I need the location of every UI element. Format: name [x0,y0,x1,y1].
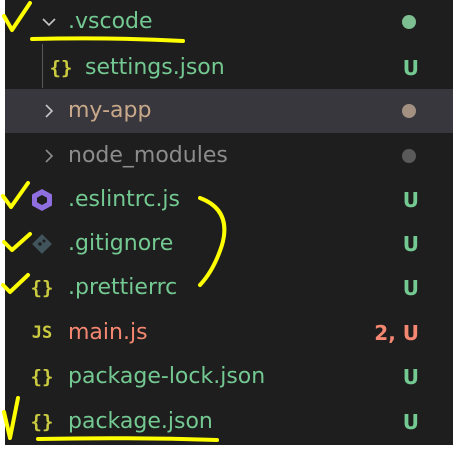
chevron-right-icon [40,134,58,178]
file-row-prettierrc[interactable]: {} .prettierrc U [5,266,453,310]
git-icon [27,222,57,266]
json-braces-icon: {} [30,277,54,299]
chevron-right-icon [40,89,58,133]
folder-row-vscode[interactable]: .vscode [5,0,453,44]
file-name: .gitignore [68,231,174,256]
file-name: .eslintrc.js [68,187,181,212]
file-row-gitignore[interactable]: .gitignore U [5,222,453,266]
file-row-package-json[interactable]: {} package.json U [5,400,453,444]
folder-name: my-app [68,98,152,123]
git-status-badge: U [402,410,419,434]
file-row-package-lock-json[interactable]: {} package-lock.json U [5,355,453,399]
chevron-down-icon [40,0,58,44]
file-name: settings.json [85,55,225,80]
json-braces-icon: {} [30,366,54,388]
file-row-settings-json[interactable]: {} settings.json U [5,46,453,90]
json-braces-icon: {} [30,411,54,433]
git-status-badge: U [402,232,419,256]
json-braces-icon: {} [49,57,73,79]
eslint-icon [27,178,57,222]
folder-row-my-app[interactable]: my-app [5,89,453,133]
folder-name: node_modules [68,143,228,168]
problems-and-git-status-badge: 2, U [374,321,419,345]
folder-row-node-modules[interactable]: node_modules [5,134,453,178]
git-status-badge: U [402,365,419,389]
git-status-dot [402,104,416,118]
git-status-dot [402,15,416,29]
git-status-dot [402,149,416,163]
file-row-main-js[interactable]: JS main.js 2, U [5,311,453,355]
folder-name: .vscode [68,9,153,34]
file-explorer-tree: .vscode {} settings.json U my-app node_m… [5,0,453,445]
file-name: package-lock.json [68,364,266,389]
file-name: .prettierrc [68,275,178,300]
file-row-eslintrc[interactable]: .eslintrc.js U [5,178,453,222]
git-status-badge: U [402,276,419,300]
file-name: main.js [68,320,148,345]
git-status-badge: U [402,188,419,212]
file-name: package.json [68,409,213,434]
js-icon: JS [31,323,53,343]
git-status-badge: U [402,56,419,80]
